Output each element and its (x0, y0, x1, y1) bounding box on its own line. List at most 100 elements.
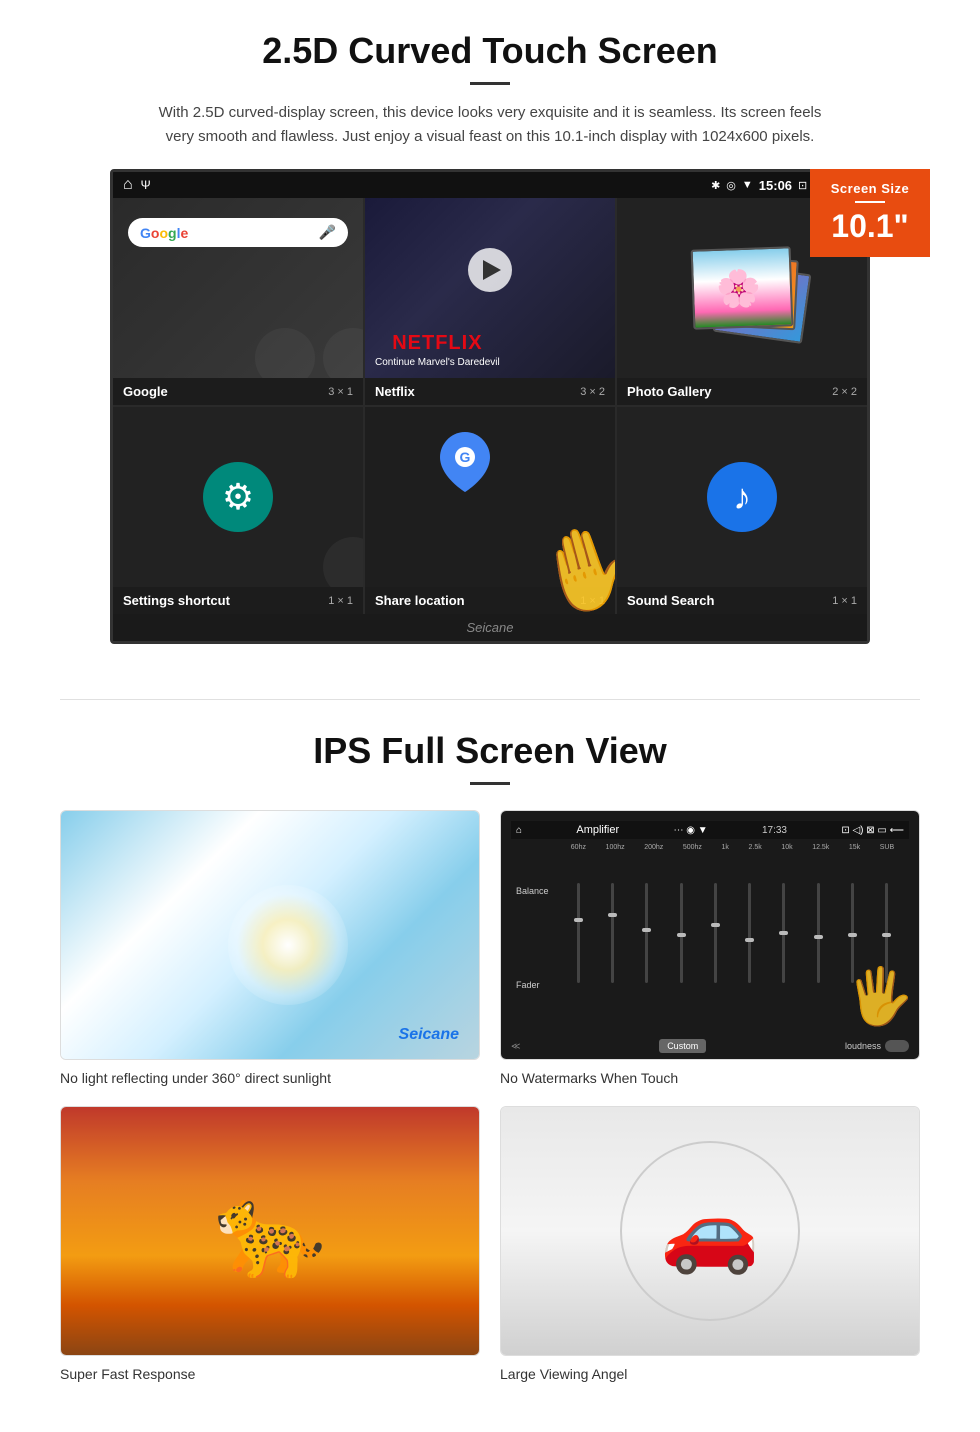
status-time: 15:06 (759, 178, 792, 193)
amp-time: 17:33 (762, 825, 787, 836)
section1-description: With 2.5D curved-display screen, this de… (150, 101, 830, 149)
gallery-app-size: 2 × 2 (832, 386, 857, 398)
netflix-app-inner: NETFLIX Continue Marvel's Daredevil (365, 198, 615, 378)
google-search-bar[interactable]: Google 🎤 (128, 218, 348, 247)
gallery-label-row: Photo Gallery 2 × 2 (617, 378, 867, 405)
car-circle (620, 1141, 800, 1321)
app-grid: Google 🎤 Google 3 × 1 (113, 198, 867, 614)
sunlight-image: Seicane (61, 811, 479, 1059)
gear-icon: ⚙ (222, 476, 254, 518)
amp-right-icons: ⊡ ◁) ⊠ ▭ ⟵ (841, 825, 904, 836)
sun-glow (228, 885, 348, 1005)
netflix-overlay: NETFLIX Continue Marvel's Daredevil (375, 332, 500, 368)
status-bar-left: ⌂ Ψ (123, 176, 151, 194)
mic-icon[interactable]: 🎤 (319, 224, 336, 241)
amp-nav-left: ≪ (511, 1041, 520, 1052)
share-app-name: Share location (375, 593, 465, 608)
sound-icon-circle: ♪ (707, 462, 777, 532)
amp-label-balance: Balance (516, 886, 556, 896)
status-bar: ⌂ Ψ ✱ ◎ ▼ 15:06 ⊡ ◁) ⊠ ▭ (113, 172, 867, 198)
google-app-cell[interactable]: Google 🎤 Google 3 × 1 (113, 198, 363, 405)
settings-app-size: 1 × 1 (328, 595, 353, 607)
eq-bar-4[interactable] (680, 883, 683, 983)
amp-label-fader: Fader (516, 980, 556, 990)
eq-label-500hz: 500hz (683, 844, 702, 851)
eq-label-60hz: 60hz (571, 844, 586, 851)
cheetah-image-box: 🐆 (60, 1106, 480, 1356)
eq-label-1k: 1k (722, 844, 729, 851)
sunlight-image-box: Seicane (60, 810, 480, 1060)
play-triangle-icon (483, 260, 501, 280)
flower-icon: 🌸 (715, 267, 761, 311)
eq-bar-1[interactable] (577, 883, 580, 983)
eq-label-2k5: 2.5k (749, 844, 762, 851)
eq-label-sub: SUB (880, 844, 894, 851)
amp-custom-button[interactable]: Custom (659, 1039, 706, 1053)
sound-search-cell[interactable]: ♪ Sound Search 1 × 1 (617, 407, 867, 614)
amplifier-image-box: ⌂ Amplifier ⋯ ◉ ▼ 17:33 ⊡ ◁) ⊠ ▭ ⟵ Balan… (500, 810, 920, 1060)
ips-item-cheetah: 🐆 Super Fast Response (60, 1106, 480, 1382)
bluetooth-icon: ✱ (711, 179, 720, 192)
amp-loudness: loudness (845, 1040, 909, 1052)
screen-size-badge: Screen Size 10.1" (810, 169, 930, 257)
eq-bar-5[interactable] (714, 883, 717, 983)
amp-header: ⌂ Amplifier ⋯ ◉ ▼ 17:33 ⊡ ◁) ⊠ ▭ ⟵ (511, 821, 909, 839)
amplifier-image: ⌂ Amplifier ⋯ ◉ ▼ 17:33 ⊡ ◁) ⊠ ▭ ⟵ Balan… (501, 811, 919, 1059)
netflix-logo: NETFLIX (375, 332, 500, 355)
car-image-box: 🚗 (500, 1106, 920, 1356)
usb-icon: Ψ (141, 178, 151, 192)
sound-app-name: Sound Search (627, 593, 714, 608)
settings-app-name: Settings shortcut (123, 593, 230, 608)
sound-label-row: Sound Search 1 × 1 (617, 587, 867, 614)
netflix-label-row: Netflix 3 × 2 (365, 378, 615, 405)
amp-footer: ≪ Custom loudness (511, 1039, 909, 1053)
photo-stack: 🌸 (677, 238, 807, 338)
netflix-app-cell[interactable]: NETFLIX Continue Marvel's Daredevil Netf… (365, 198, 615, 405)
ips-bottom-row: 🐆 Super Fast Response 🚗 Large Viewing An… (60, 1106, 920, 1382)
section-curved-screen: 2.5D Curved Touch Screen With 2.5D curve… (0, 0, 980, 669)
amp-icons: ⋯ ◉ ▼ (673, 825, 707, 836)
eq-bar-2[interactable] (611, 883, 614, 983)
settings-icon-circle: ⚙ (203, 462, 273, 532)
ips-item-car: 🚗 Large Viewing Angel (500, 1106, 920, 1382)
share-location-inner: G 🤚 (365, 407, 615, 587)
home-icon[interactable]: ⌂ (123, 176, 133, 194)
google-app-size: 3 × 1 (328, 386, 353, 398)
section2-underline (470, 782, 510, 785)
eq-label-100hz: 100hz (606, 844, 625, 851)
photo-layer-main: 🌸 (691, 246, 794, 329)
netflix-play-btn[interactable] (468, 248, 512, 292)
amp-title: Amplifier (576, 824, 619, 836)
car-caption: Large Viewing Angel (500, 1366, 920, 1382)
share-location-cell[interactable]: G 🤚 Share location 1 × 1 (365, 407, 615, 614)
eq-bar-7[interactable] (782, 883, 785, 983)
cheetah-icon: 🐆 (214, 1179, 326, 1284)
google-app-inner: Google 🎤 (113, 198, 363, 378)
cheetah-caption: Super Fast Response (60, 1366, 480, 1382)
badge-title: Screen Size (820, 181, 920, 196)
eq-label-15k: 15k (849, 844, 860, 851)
ghost-circles (255, 328, 363, 378)
google-logo: Google (140, 225, 188, 241)
settings-app-inner: ⚙ (113, 407, 363, 587)
gallery-app-name: Photo Gallery (627, 384, 712, 399)
ips-top-row: Seicane No light reflecting under 360° d… (60, 810, 920, 1086)
section-divider (60, 699, 920, 700)
svg-text:G: G (460, 449, 471, 465)
settings-app-cell[interactable]: ⚙ Settings shortcut 1 × 1 (113, 407, 363, 614)
seicane-brand-watermark: Seicane (399, 1026, 459, 1044)
badge-line (855, 201, 885, 203)
location-icon: ◎ (726, 179, 736, 192)
sound-app-size: 1 × 1 (832, 595, 857, 607)
google-label-row: Google 3 × 1 (113, 378, 363, 405)
settings-ghost (323, 537, 363, 587)
amp-loudness-label: loudness (845, 1041, 881, 1051)
eq-bar-8[interactable] (817, 883, 820, 983)
section2-title: IPS Full Screen View (60, 730, 920, 772)
netflix-app-size: 3 × 2 (580, 386, 605, 398)
eq-bar-6[interactable] (748, 883, 751, 983)
eq-bar-3[interactable] (645, 883, 648, 983)
amp-loudness-toggle[interactable] (885, 1040, 909, 1052)
cheetah-image: 🐆 (61, 1107, 479, 1355)
sound-search-inner: ♪ (617, 407, 867, 587)
